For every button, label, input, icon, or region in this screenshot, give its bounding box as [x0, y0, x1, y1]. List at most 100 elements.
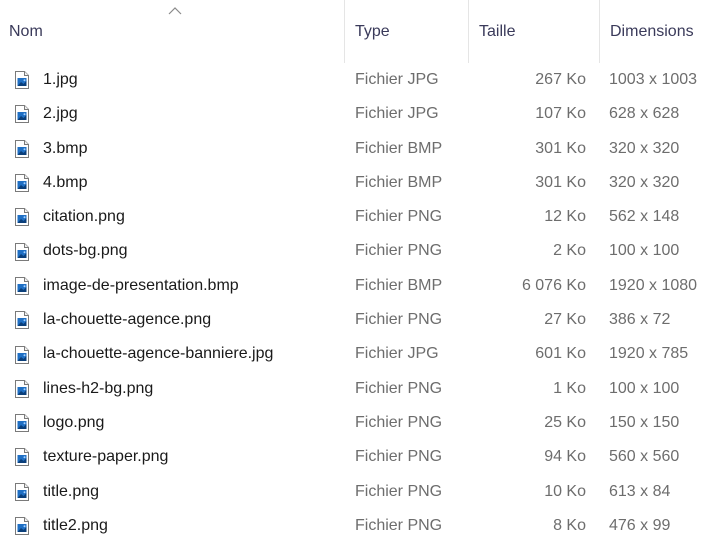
file-name: title.png [43, 482, 100, 500]
file-dimensions: 150 x 150 [609, 413, 680, 431]
file-list-view: Nom Type Taille Dimensions 1.jpg Fichier… [0, 0, 712, 535]
column-header-name[interactable]: Nom [0, 0, 345, 63]
file-row[interactable]: title.png Fichier PNG 10 Ko 613 x 84 [0, 475, 712, 509]
file-row[interactable]: citation.png Fichier PNG 12 Ko 562 x 148 [0, 200, 712, 234]
image-file-icon [15, 379, 29, 398]
file-name: title2.png [43, 516, 108, 534]
column-header-type[interactable]: Type [345, 0, 469, 63]
file-dimensions: 613 x 84 [609, 482, 671, 500]
file-dimensions: 476 x 99 [609, 516, 671, 534]
file-name-cell: 1.jpg [14, 63, 344, 97]
file-dimensions: 1003 x 1003 [609, 71, 698, 88]
file-dimensions: 560 x 560 [609, 448, 680, 466]
image-file-icon [15, 208, 29, 227]
file-size: 6 076 Ko [521, 276, 586, 294]
file-name: lines-h2-bg.png [43, 379, 154, 397]
file-size: 107 Ko [535, 105, 586, 123]
image-file-icon [15, 414, 29, 433]
column-header-dimensions-label: Dimensions [610, 23, 694, 40]
file-row[interactable]: title2.png Fichier PNG 8 Ko 476 x 99 [0, 509, 712, 535]
image-file-icon [15, 276, 29, 295]
file-name: logo.png [43, 413, 105, 431]
file-name-cell: title.png [14, 475, 344, 509]
column-header-dimensions[interactable]: Dimensions [600, 0, 712, 63]
image-file-icon [15, 174, 29, 193]
image-file-icon [15, 448, 29, 467]
image-file-icon [15, 139, 29, 158]
image-file-icon [15, 482, 29, 501]
file-dimensions: 628 x 628 [609, 105, 680, 123]
file-row[interactable]: la-chouette-agence.png Fichier PNG 27 Ko… [0, 303, 712, 337]
file-name-cell: title2.png [14, 509, 344, 535]
file-row[interactable]: 2.jpg Fichier JPG 107 Ko 628 x 628 [0, 97, 712, 131]
column-header-size-label: Taille [479, 23, 516, 40]
file-dimensions: 1920 x 785 [609, 345, 689, 363]
file-size: 301 Ko [535, 139, 586, 157]
file-size: 10 Ko [544, 482, 586, 500]
file-name-cell: citation.png [14, 200, 344, 234]
file-size: 601 Ko [535, 345, 586, 363]
file-size: 8 Ko [553, 516, 586, 534]
file-name: la-chouette-agence.png [43, 311, 212, 329]
file-dimensions: 100 x 100 [609, 242, 680, 260]
file-name-cell: lines-h2-bg.png [14, 372, 344, 406]
file-size: 2 Ko [553, 242, 586, 260]
image-file-icon [15, 242, 29, 261]
file-row[interactable]: texture-paper.png Fichier PNG 94 Ko 560 … [0, 440, 712, 474]
file-name: 3.bmp [43, 139, 88, 157]
image-file-icon [15, 71, 29, 90]
file-dimensions: 320 x 320 [609, 139, 680, 157]
file-dimensions: 562 x 148 [609, 208, 680, 226]
image-file-icon [15, 311, 29, 330]
file-name-cell: image-de-presentation.bmp [14, 269, 344, 303]
file-type: Fichier PNG [355, 379, 443, 397]
file-size: 1 Ko [553, 379, 586, 397]
file-name: citation.png [43, 208, 125, 226]
file-type: Fichier BMP [355, 139, 443, 157]
file-name: dots-bg.png [43, 242, 128, 260]
file-row[interactable]: dots-bg.png Fichier PNG 2 Ko 100 x 100 [0, 234, 712, 268]
file-row[interactable]: lines-h2-bg.png Fichier PNG 1 Ko 100 x 1… [0, 372, 712, 406]
file-name: image-de-presentation.bmp [43, 276, 239, 294]
column-header-type-label: Type [355, 23, 390, 40]
file-size: 25 Ko [544, 413, 586, 431]
file-name-cell: texture-paper.png [14, 440, 344, 474]
file-type: Fichier JPG [355, 71, 439, 88]
file-type: Fichier BMP [355, 173, 443, 191]
file-type: Fichier JPG [355, 345, 439, 363]
file-size: 12 Ko [544, 208, 586, 226]
file-name-cell: 4.bmp [14, 166, 344, 200]
file-type: Fichier PNG [355, 482, 443, 500]
file-row[interactable]: 1.jpg Fichier JPG 267 Ko 1003 x 1003 [0, 63, 712, 97]
file-row[interactable]: image-de-presentation.bmp Fichier BMP 6 … [0, 269, 712, 303]
file-row[interactable]: 3.bmp Fichier BMP 301 Ko 320 x 320 [0, 132, 712, 166]
file-name: la-chouette-agence-banniere.jpg [43, 345, 274, 363]
file-type: Fichier JPG [355, 105, 439, 123]
file-row[interactable]: 4.bmp Fichier BMP 301 Ko 320 x 320 [0, 166, 712, 200]
file-type: Fichier BMP [355, 276, 443, 294]
file-dimensions: 386 x 72 [609, 311, 671, 329]
sort-up-chevron-icon [168, 7, 182, 15]
file-size: 27 Ko [544, 311, 586, 329]
file-type: Fichier PNG [355, 208, 443, 226]
column-header-bar: Nom Type Taille Dimensions [0, 0, 712, 63]
file-dimensions: 320 x 320 [609, 173, 680, 191]
file-name-cell: logo.png [14, 406, 344, 440]
column-header-size[interactable]: Taille [469, 0, 600, 63]
file-name: texture-paper.png [43, 448, 169, 466]
image-file-icon [15, 345, 29, 364]
file-row[interactable]: la-chouette-agence-banniere.jpg Fichier … [0, 337, 712, 371]
file-name-cell: 3.bmp [14, 132, 344, 166]
file-name-cell: la-chouette-agence-banniere.jpg [14, 337, 344, 371]
file-type: Fichier PNG [355, 516, 443, 534]
file-name: 1.jpg [43, 71, 78, 88]
file-type: Fichier PNG [355, 242, 443, 260]
file-name: 2.jpg [43, 105, 78, 123]
file-size: 267 Ko [535, 71, 586, 88]
file-type: Fichier PNG [355, 311, 443, 329]
file-name-cell: 2.jpg [14, 97, 344, 131]
file-name-cell: dots-bg.png [14, 234, 344, 268]
image-file-icon [15, 105, 29, 124]
file-row[interactable]: logo.png Fichier PNG 25 Ko 150 x 150 [0, 406, 712, 440]
file-size: 301 Ko [535, 173, 586, 191]
